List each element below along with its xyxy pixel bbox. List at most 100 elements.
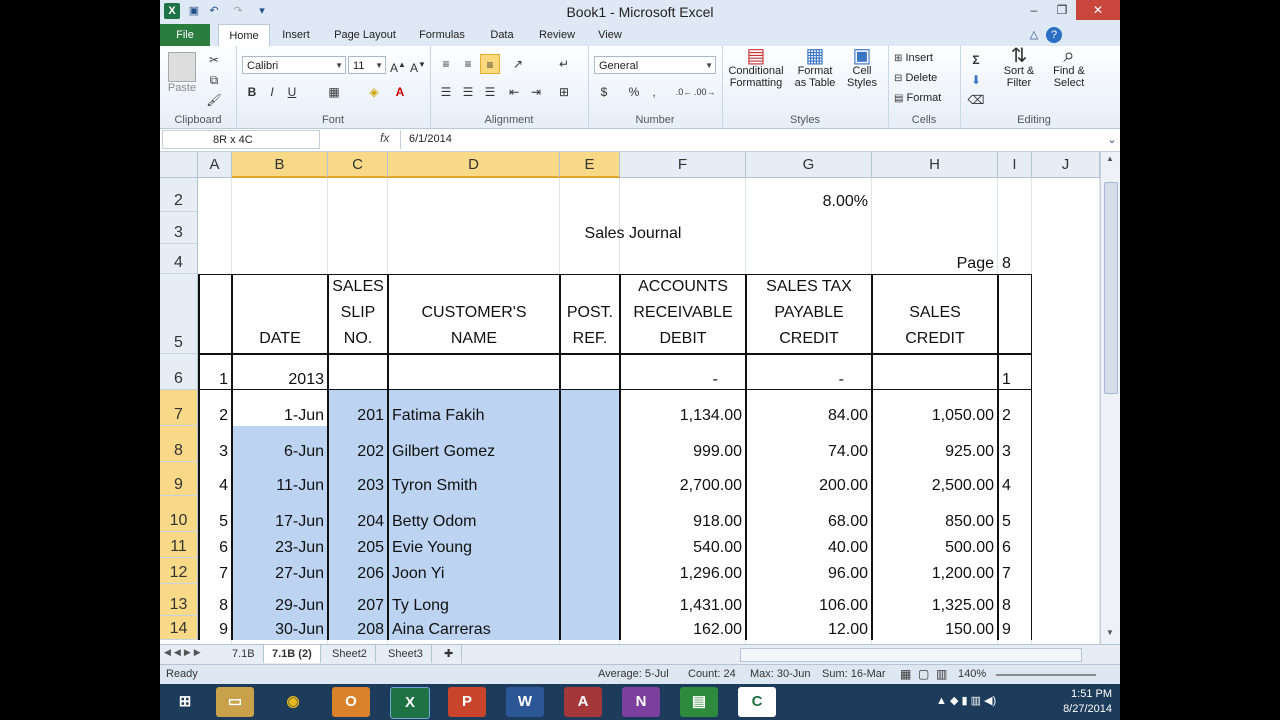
store-icon[interactable]: ▤: [680, 687, 718, 717]
sheet-tab-sheet2[interactable]: Sheet2: [324, 645, 376, 663]
entry-i-cell[interactable]: 3: [998, 426, 1032, 462]
entry-a-cell[interactable]: 3: [198, 426, 232, 462]
tab-data[interactable]: Data: [482, 24, 522, 46]
row6-ar[interactable]: -: [620, 354, 746, 390]
entry-i-cell[interactable]: 9: [998, 616, 1032, 640]
row6-line-number[interactable]: 1: [198, 354, 232, 390]
explorer-icon[interactable]: ▭: [216, 687, 254, 717]
entry-sales-cell[interactable]: 150.00: [872, 616, 998, 640]
access-icon[interactable]: A: [564, 687, 602, 717]
column-header-j[interactable]: J: [1032, 152, 1100, 178]
view-page-layout-icon[interactable]: ▢: [918, 665, 929, 684]
select-all-corner[interactable]: [160, 152, 198, 178]
entry-ar-cell[interactable]: 999.00: [620, 426, 746, 462]
entry-a-cell[interactable]: 2: [198, 390, 232, 426]
wrap-text-icon[interactable]: ↵: [554, 54, 574, 74]
align-center-icon[interactable]: ☰: [458, 82, 478, 102]
entry-date-cell[interactable]: 11-Jun: [232, 462, 328, 496]
delete-cells-button[interactable]: ⊟ Delete: [894, 72, 937, 84]
row-header-11[interactable]: 11: [160, 532, 198, 558]
formula-input[interactable]: 6/1/2014: [400, 130, 1115, 149]
horizontal-scrollbar[interactable]: [740, 648, 1082, 662]
entry-a-cell[interactable]: 7: [198, 558, 232, 584]
row-header-5[interactable]: 5: [160, 274, 198, 354]
underline-button[interactable]: U: [282, 82, 302, 102]
row-header-12[interactable]: 12: [160, 558, 198, 584]
font-name-combo[interactable]: Calibri ▼: [242, 56, 346, 74]
entry-date-cell[interactable]: 29-Jun: [232, 584, 328, 616]
entry-name-cell[interactable]: Evie Young: [388, 532, 560, 558]
sheet-tab-sheet3[interactable]: Sheet3: [380, 645, 432, 663]
entry-ar-cell[interactable]: 1,296.00: [620, 558, 746, 584]
tab-insert[interactable]: Insert: [274, 24, 318, 46]
currency-button[interactable]: $: [594, 82, 614, 102]
row-header-4[interactable]: 4: [160, 244, 198, 274]
percent-button[interactable]: %: [624, 82, 644, 102]
scroll-up-icon[interactable]: ▲: [1103, 154, 1117, 166]
orientation-icon[interactable]: ↗: [508, 54, 528, 74]
cut-icon[interactable]: ✂: [204, 50, 224, 70]
tab-file[interactable]: File: [160, 24, 210, 46]
align-right-icon[interactable]: ☰: [480, 82, 500, 102]
column-header-a[interactable]: A: [198, 152, 232, 178]
entry-i-cell[interactable]: 5: [998, 496, 1032, 532]
entry-tax-cell[interactable]: 96.00: [746, 558, 872, 584]
onenote-icon[interactable]: N: [622, 687, 660, 717]
decrease-decimal-icon[interactable]: .00→: [694, 82, 716, 102]
restore-button[interactable]: ❐: [1048, 0, 1076, 20]
entry-ar-cell[interactable]: 540.00: [620, 532, 746, 558]
entry-date-cell[interactable]: 30-Jun: [232, 616, 328, 640]
entry-slip-cell[interactable]: 204: [328, 496, 388, 532]
tab-view[interactable]: View: [590, 24, 630, 46]
entry-tax-cell[interactable]: 200.00: [746, 462, 872, 496]
row-header-9[interactable]: 9: [160, 462, 198, 496]
borders-icon[interactable]: ▦: [324, 82, 344, 102]
clear-icon[interactable]: ⌫: [966, 90, 986, 110]
entry-tax-cell[interactable]: 68.00: [746, 496, 872, 532]
camtasia-icon[interactable]: C: [738, 687, 776, 717]
entry-date-cell[interactable]: 1-Jun: [232, 390, 328, 426]
row6-year[interactable]: 2013: [232, 354, 328, 390]
entry-tax-cell[interactable]: 74.00: [746, 426, 872, 462]
entry-name-cell[interactable]: Joon Yi: [388, 558, 560, 584]
format-cells-button[interactable]: ▤ Format: [894, 92, 941, 104]
tab-page-layout[interactable]: Page Layout: [328, 24, 402, 46]
merge-center-icon[interactable]: ⊞: [554, 82, 574, 102]
entry-tax-cell[interactable]: 40.00: [746, 532, 872, 558]
zoom-level[interactable]: 140%: [958, 665, 986, 684]
entry-slip-cell[interactable]: 206: [328, 558, 388, 584]
entry-sales-cell[interactable]: 1,050.00: [872, 390, 998, 426]
column-header-b[interactable]: B: [232, 152, 328, 178]
entry-name-cell[interactable]: Aina Carreras: [388, 616, 560, 640]
entry-a-cell[interactable]: 5: [198, 496, 232, 532]
sheet-tab-7-1b-2[interactable]: 7.1B (2): [264, 645, 321, 663]
entry-slip-cell[interactable]: 207: [328, 584, 388, 616]
sheet-nav-arrows-icon[interactable]: ◀◀▶▶: [164, 647, 204, 658]
entry-ar-cell[interactable]: 162.00: [620, 616, 746, 640]
entry-tax-cell[interactable]: 84.00: [746, 390, 872, 426]
cell-styles-button[interactable]: ▣ Cell Styles: [842, 46, 882, 89]
tab-review[interactable]: Review: [532, 24, 582, 46]
insert-function-button[interactable]: fx: [380, 131, 389, 145]
page-number[interactable]: 8: [998, 244, 1032, 274]
entry-name-cell[interactable]: Ty Long: [388, 584, 560, 616]
view-normal-icon[interactable]: ▦: [900, 665, 911, 684]
scroll-down-icon[interactable]: ▼: [1103, 628, 1117, 640]
format-painter-icon[interactable]: 🖌: [204, 90, 224, 110]
insert-cells-button[interactable]: ⊞ Insert: [894, 52, 933, 64]
entry-i-cell[interactable]: 6: [998, 532, 1032, 558]
shrink-font-icon[interactable]: A▼: [408, 55, 428, 75]
entry-i-cell[interactable]: 2: [998, 390, 1032, 426]
entry-name-cell[interactable]: Tyron Smith: [388, 462, 560, 496]
align-bottom-icon[interactable]: ≡: [480, 54, 500, 74]
vertical-scrollbar[interactable]: ▲ ▼: [1100, 152, 1120, 644]
outlook-icon[interactable]: O: [332, 687, 370, 717]
entry-sales-cell[interactable]: 1,200.00: [872, 558, 998, 584]
column-header-g[interactable]: G: [746, 152, 872, 178]
entry-date-cell[interactable]: 17-Jun: [232, 496, 328, 532]
expand-formula-bar-icon[interactable]: ⌄: [1104, 132, 1120, 148]
journal-title[interactable]: Sales Journal: [198, 212, 1068, 244]
start-icon[interactable]: ⊞: [166, 687, 204, 717]
entry-tax-cell[interactable]: 106.00: [746, 584, 872, 616]
increase-decimal-icon[interactable]: .0←: [674, 82, 694, 102]
